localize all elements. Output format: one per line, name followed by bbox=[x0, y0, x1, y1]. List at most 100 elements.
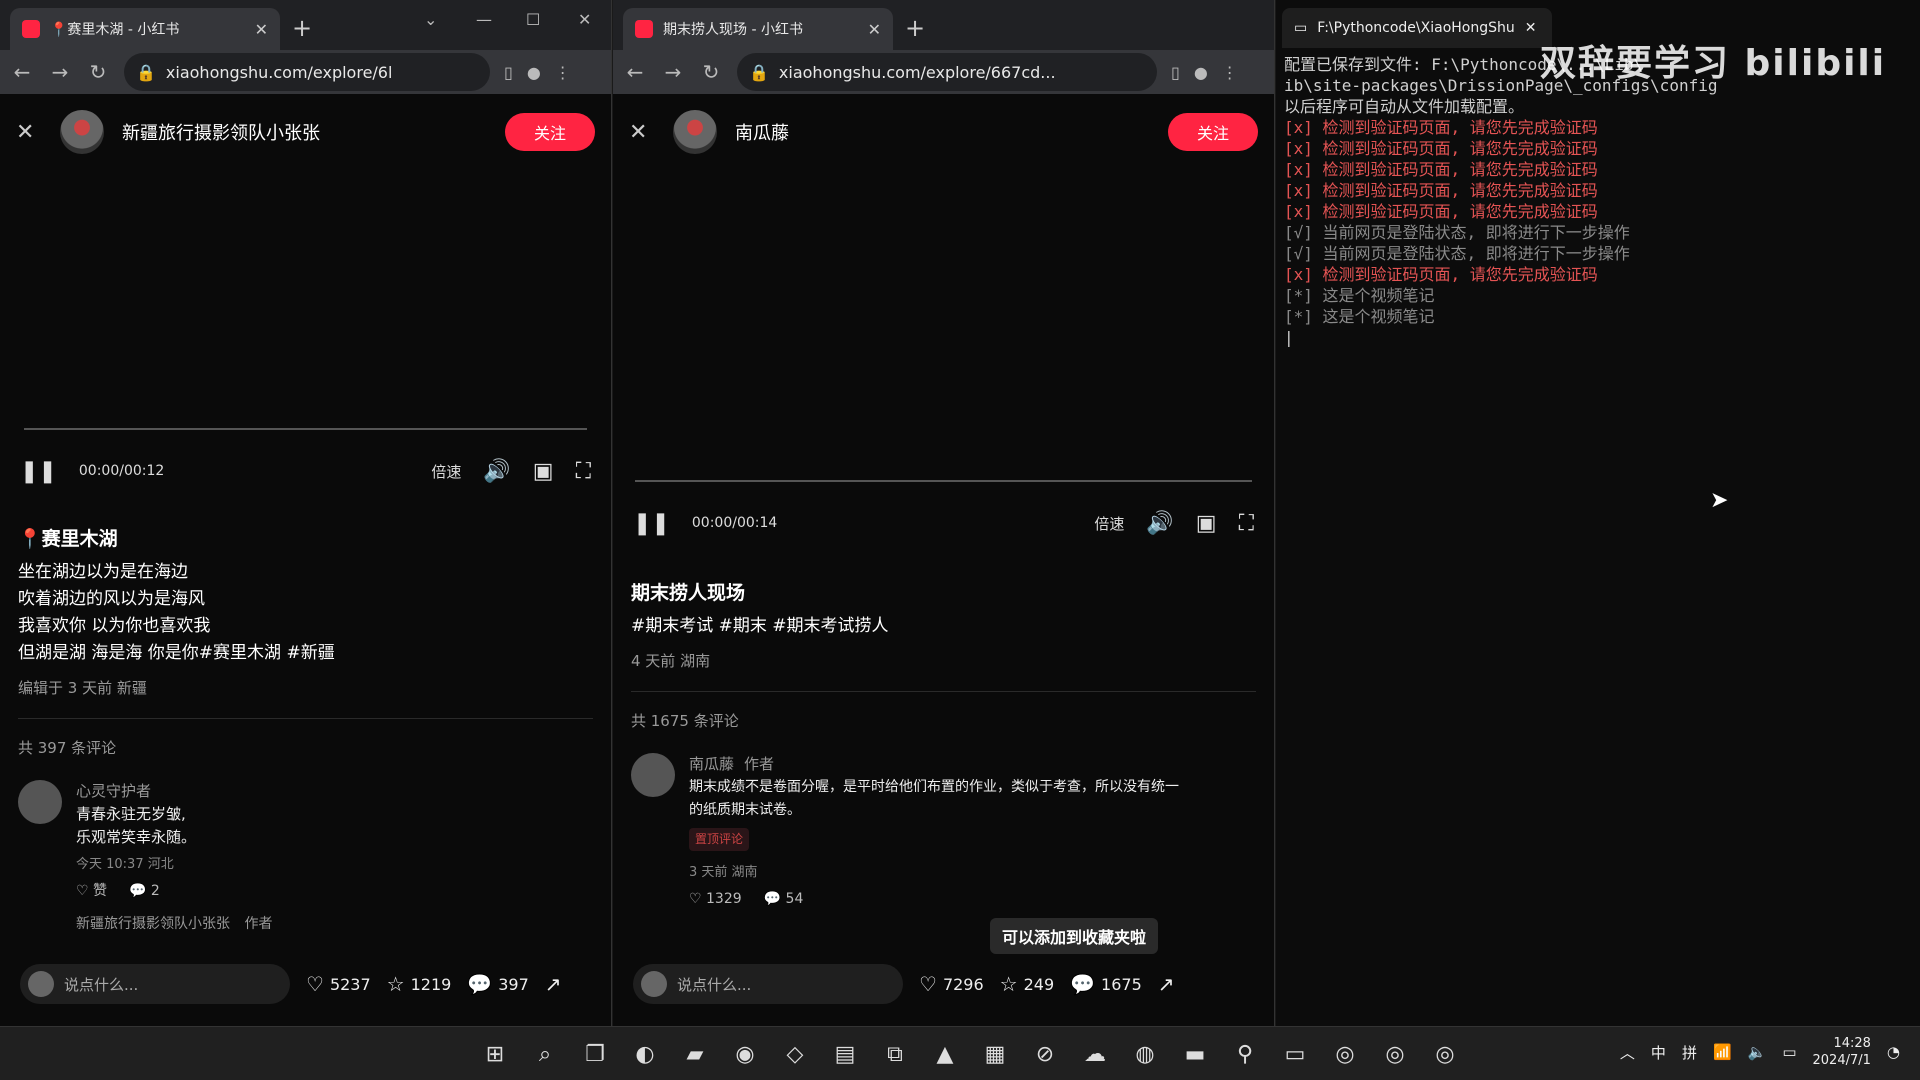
comment-count: 共 397 条评论 bbox=[18, 739, 117, 757]
speed-button[interactable]: 倍速 bbox=[431, 461, 461, 482]
close-window-icon[interactable]: ✕ bbox=[578, 10, 591, 29]
comment-button[interactable]: 💬 1675 bbox=[1070, 972, 1142, 996]
author-name[interactable]: 新疆旅行摄影领队小张张 bbox=[122, 119, 487, 145]
notepad-icon[interactable]: ▤ bbox=[824, 1033, 866, 1075]
forward-icon[interactable]: → bbox=[48, 60, 72, 84]
pause-icon[interactable]: ❚❚ bbox=[633, 511, 670, 536]
collect-button[interactable]: ☆ 249 bbox=[1000, 972, 1054, 996]
app-icon[interactable]: ⊘ bbox=[1024, 1033, 1066, 1075]
app-icon[interactable]: ◍ bbox=[1124, 1033, 1166, 1075]
vscode-icon[interactable]: ◇ bbox=[774, 1033, 816, 1075]
comment-reply-button[interactable]: 💬 2 bbox=[129, 880, 160, 903]
ime-indicator[interactable]: 中 bbox=[1651, 1042, 1666, 1063]
share-button[interactable]: ↗ bbox=[545, 972, 562, 996]
app-icon[interactable]: ◉ bbox=[724, 1033, 766, 1075]
search-icon[interactable]: ⌕ bbox=[524, 1033, 566, 1075]
terminal-output[interactable]: 配置已保存到文件: F:\Pythoncode\...\Lib\ ib\site-… bbox=[1284, 54, 1717, 348]
terminal-tab[interactable]: ▭ F:\Pythoncode\XiaoHongShu ✕ bbox=[1282, 8, 1552, 48]
close-note-icon[interactable]: ✕ bbox=[629, 120, 655, 145]
app-icon[interactable]: ⚲ bbox=[1224, 1033, 1266, 1075]
chevron-up-icon[interactable]: ︿ bbox=[1620, 1042, 1635, 1063]
share-button[interactable]: ↗ bbox=[1158, 972, 1175, 996]
start-icon[interactable]: ⊞ bbox=[474, 1033, 516, 1075]
volume-icon[interactable]: 🔈 bbox=[1748, 1043, 1767, 1061]
terminal-icon[interactable]: ▭ bbox=[1274, 1033, 1316, 1075]
author-avatar[interactable] bbox=[60, 110, 104, 154]
clock[interactable]: 14:28 2024/7/1 bbox=[1813, 1035, 1871, 1069]
sidepanel-icon[interactable]: ▯ bbox=[504, 63, 513, 82]
notification-icon[interactable]: ◔ bbox=[1887, 1043, 1900, 1061]
minimize-icon[interactable]: — bbox=[476, 10, 492, 29]
like-button[interactable]: ♡ 7296 bbox=[919, 972, 984, 996]
follow-button[interactable]: 关注 bbox=[505, 113, 595, 151]
back-icon[interactable]: ← bbox=[623, 60, 647, 84]
video-progress-bar[interactable] bbox=[24, 428, 587, 430]
reload-icon[interactable]: ↻ bbox=[86, 60, 110, 84]
reload-icon[interactable]: ↻ bbox=[699, 60, 723, 84]
new-tab-icon[interactable]: + bbox=[292, 14, 312, 42]
chrome-icon[interactable]: ◎ bbox=[1374, 1033, 1416, 1075]
url-field[interactable]: 🔒 xiaohongshu.com/explore/667cd... bbox=[737, 53, 1157, 91]
tab-list-icon[interactable]: ⌄ bbox=[424, 10, 437, 29]
maximize-icon[interactable]: ☐ bbox=[526, 10, 540, 29]
comment-placeholder: 说点什么... bbox=[677, 975, 752, 994]
video-progress-bar[interactable] bbox=[635, 480, 1252, 482]
close-tab-icon[interactable]: ✕ bbox=[255, 20, 268, 39]
volume-icon[interactable]: 🔊 bbox=[1146, 511, 1173, 536]
chrome-icon[interactable]: ◎ bbox=[1324, 1033, 1366, 1075]
close-note-icon[interactable]: ✕ bbox=[16, 120, 42, 145]
comment-like-button[interactable]: ♡ 1329 bbox=[689, 888, 742, 911]
new-tab-icon[interactable]: + bbox=[905, 14, 925, 42]
app-icon[interactable]: ⧉ bbox=[874, 1033, 916, 1075]
battery-icon[interactable]: ▭ bbox=[1782, 1043, 1796, 1061]
volume-icon[interactable]: 🔊 bbox=[483, 459, 510, 484]
author-name[interactable]: 南瓜藤 bbox=[735, 119, 1150, 145]
terminal-line: [x] 检测到验证码页面, 请您先完成验证码 bbox=[1284, 202, 1598, 221]
comment-input[interactable]: 说点什么... bbox=[633, 964, 903, 1004]
like-button[interactable]: ♡ 5237 bbox=[306, 972, 371, 996]
collect-button[interactable]: ☆ 1219 bbox=[387, 972, 452, 996]
chrome-icon[interactable]: ◎ bbox=[1424, 1033, 1466, 1075]
fullscreen-icon[interactable]: ⛶ bbox=[1239, 511, 1254, 536]
comment-button[interactable]: 💬 397 bbox=[467, 972, 528, 996]
task-view-icon[interactable]: ❐ bbox=[574, 1033, 616, 1075]
author-avatar[interactable] bbox=[673, 110, 717, 154]
comment-reply-button[interactable]: 💬 54 bbox=[764, 888, 804, 911]
menu-icon[interactable]: ⋮ bbox=[555, 63, 571, 82]
commenter-avatar[interactable] bbox=[631, 753, 675, 797]
commenter-name[interactable]: 心灵守护者 bbox=[76, 780, 196, 803]
edge-icon[interactable]: ◐ bbox=[624, 1033, 666, 1075]
wifi-icon[interactable]: 📶 bbox=[1713, 1043, 1732, 1061]
pause-icon[interactable]: ❚❚ bbox=[20, 459, 57, 484]
next-commenter-name[interactable]: 新疆旅行摄影领队小张张 bbox=[76, 916, 230, 932]
app-icon[interactable]: ▦ bbox=[974, 1033, 1016, 1075]
terminal-line: [*] 这是个视频笔记 bbox=[1284, 307, 1435, 326]
wechat-icon[interactable]: ☁ bbox=[1074, 1033, 1116, 1075]
pinned-badge: 置顶评论 bbox=[689, 828, 750, 851]
back-icon[interactable]: ← bbox=[10, 60, 34, 84]
commenter-name[interactable]: 南瓜藤 bbox=[689, 755, 734, 773]
comment-input[interactable]: 说点什么... bbox=[20, 964, 290, 1004]
profile-icon[interactable]: ● bbox=[527, 63, 541, 82]
app-icon[interactable]: ▲ bbox=[924, 1033, 966, 1075]
speed-button[interactable]: 倍速 bbox=[1094, 513, 1124, 534]
follow-button[interactable]: 关注 bbox=[1168, 113, 1258, 151]
folder-icon[interactable]: ▬ bbox=[1174, 1033, 1216, 1075]
menu-icon[interactable]: ⋮ bbox=[1222, 63, 1238, 82]
app-icon[interactable]: ▰ bbox=[674, 1033, 716, 1075]
browser-tab[interactable]: 期末捞人现场 - 小红书 ✕ bbox=[623, 8, 893, 50]
url-field[interactable]: 🔒 xiaohongshu.com/explore/6l bbox=[124, 53, 490, 91]
pip-icon[interactable]: ▣ bbox=[1196, 511, 1217, 536]
browser-tab[interactable]: 📍赛里木湖 - 小红书 ✕ bbox=[10, 8, 280, 50]
comment-like-button[interactable]: ♡ 赞 bbox=[76, 880, 107, 903]
commenter-avatar[interactable] bbox=[18, 780, 62, 824]
profile-icon[interactable]: ● bbox=[1194, 63, 1208, 82]
sidepanel-icon[interactable]: ▯ bbox=[1171, 63, 1180, 82]
pip-icon[interactable]: ▣ bbox=[533, 459, 554, 484]
fullscreen-icon[interactable]: ⛶ bbox=[576, 459, 591, 484]
terminal-line: [x] 检测到验证码页面, 请您先完成验证码 bbox=[1284, 160, 1598, 179]
forward-icon[interactable]: → bbox=[661, 60, 685, 84]
close-tab-icon[interactable]: ✕ bbox=[868, 20, 881, 39]
close-tab-icon[interactable]: ✕ bbox=[1525, 20, 1537, 36]
ime-mode[interactable]: 拼 bbox=[1682, 1042, 1697, 1063]
